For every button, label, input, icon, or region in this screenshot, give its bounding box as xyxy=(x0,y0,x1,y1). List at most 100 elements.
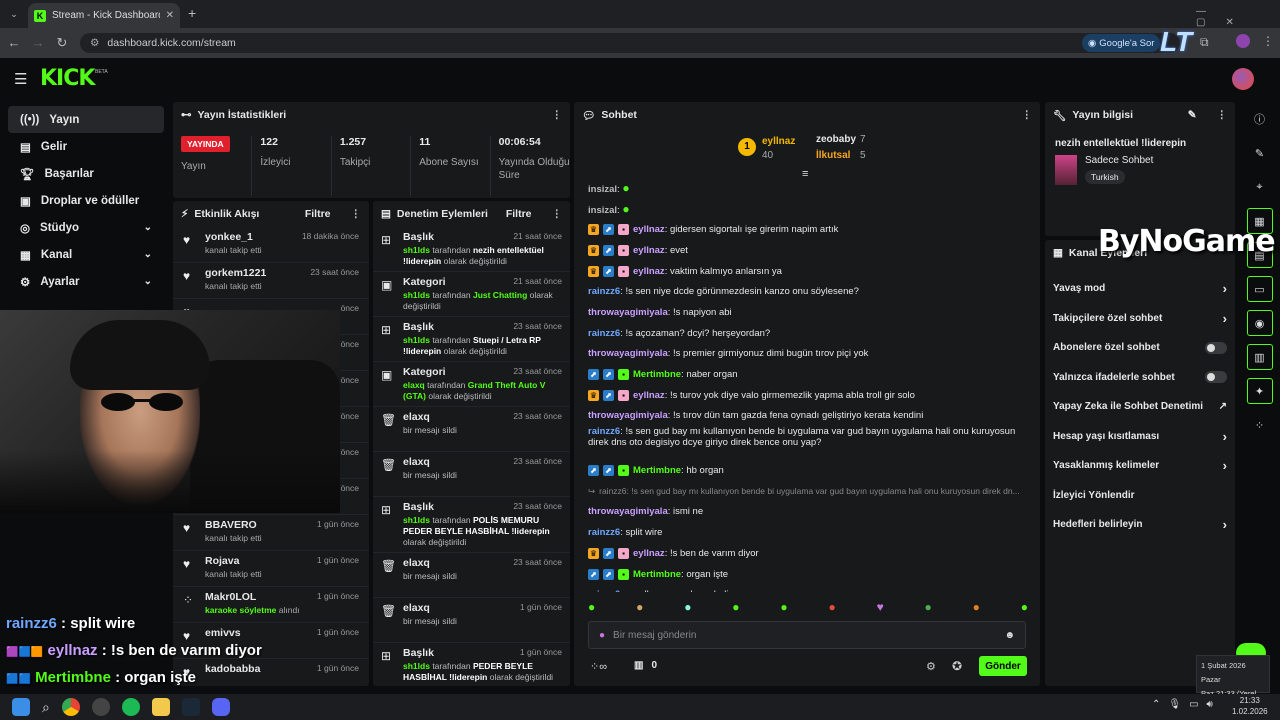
emote-icon[interactable]: ● xyxy=(732,600,739,614)
channel-action[interactable]: Abonelere özel sohbet xyxy=(1045,333,1235,363)
category-name[interactable]: Sadece Sohbet xyxy=(1085,155,1153,166)
event-user[interactable]: Rojava xyxy=(205,555,239,567)
sidebar-item-yayin[interactable]: ((•)) Yayın xyxy=(8,106,164,133)
tab-list-icon[interactable]: ⌄ xyxy=(6,6,22,22)
broadcast-icon[interactable]: ◉ xyxy=(1246,310,1273,336)
more-options-icon[interactable]: ⋮ xyxy=(552,109,563,121)
chrome-icon[interactable] xyxy=(61,698,80,716)
steam-icon[interactable] xyxy=(181,698,200,716)
browser-tab[interactable]: K Stream - Kick Dashboard ✕ xyxy=(28,3,180,28)
event-user[interactable]: kadobabba xyxy=(205,663,260,675)
close-tab-icon[interactable]: ✕ xyxy=(166,10,174,21)
google-search-button[interactable]: ◉ Google'a Sor xyxy=(1082,34,1160,52)
chat-username[interactable]: rainzz6 xyxy=(588,589,620,592)
back-icon[interactable]: ← xyxy=(6,35,22,51)
layout-icon[interactable]: ▥ xyxy=(1246,344,1273,370)
more-options-icon[interactable]: ⋮ xyxy=(1217,109,1228,121)
edit-icon[interactable]: ✎ xyxy=(1247,140,1273,166)
chat-icon[interactable]: ▭ xyxy=(1246,276,1273,302)
filter-button[interactable]: Filtre xyxy=(305,208,331,220)
chat-username[interactable]: Mertimbne xyxy=(633,369,681,380)
channel-action[interactable]: Yasaklanmış kelimeler › xyxy=(1045,451,1235,481)
hamburger-menu-icon[interactable]: ☰ xyxy=(14,70,27,88)
emote-icon[interactable]: ● xyxy=(636,600,643,614)
channel-action[interactable]: Yapay Zeka ile Sohbet Denetimi ↗ xyxy=(1045,392,1235,422)
chat-username[interactable]: Mertimbne xyxy=(633,569,681,580)
chat-username[interactable]: Mertimbne xyxy=(633,465,681,476)
browser-menu-icon[interactable]: ⋮ xyxy=(1262,34,1274,48)
emote-icon[interactable]: ● xyxy=(925,600,932,614)
chat-username[interactable]: throwayagimiyala xyxy=(588,348,668,359)
moderator-name[interactable]: sh1lds xyxy=(403,245,430,255)
event-user[interactable]: yonkee_1 xyxy=(205,231,253,243)
emote-icon[interactable]: ♥ xyxy=(877,600,884,614)
clock[interactable]: 21:33 1.02.2026 xyxy=(1232,695,1268,717)
edit-icon[interactable]: ✎ xyxy=(1188,109,1197,121)
top-gifter-name[interactable]: zeobaby xyxy=(816,134,856,145)
top-gifter-name[interactable]: eyllnaz xyxy=(762,136,795,147)
sidebar-item-basarilar[interactable]: 🏆︎ Başarılar xyxy=(8,160,164,187)
chat-username[interactable]: rainzz6 xyxy=(588,328,620,339)
event-user[interactable]: BBAVERO xyxy=(205,519,257,531)
emote-icon[interactable]: ● xyxy=(828,600,835,614)
forward-icon[interactable]: → xyxy=(30,35,46,51)
emote-icon[interactable]: ● xyxy=(588,600,595,614)
channel-action[interactable]: İzleyici Yönlendir xyxy=(1045,481,1235,511)
discord-icon[interactable] xyxy=(211,698,230,716)
more-options-icon[interactable]: ⋮ xyxy=(1022,109,1033,121)
toggle-switch[interactable] xyxy=(1205,341,1227,354)
sidebar-item-gelir[interactable]: ▤ Gelir xyxy=(8,133,164,160)
send-button[interactable]: Gönder xyxy=(979,656,1027,676)
sidebar-item-ayarlar[interactable]: ⚙ Ayarlar ⌄ xyxy=(8,268,164,295)
user-avatar[interactable] xyxy=(1232,68,1254,90)
target-icon[interactable]: ⌖ xyxy=(1247,174,1273,200)
microphone-icon[interactable]: ● xyxy=(599,630,605,641)
channel-action[interactable]: Takipçilere özel sohbet › xyxy=(1045,304,1235,334)
mod-tools-icon[interactable]: ✪ xyxy=(952,659,962,673)
moderator-name[interactable]: sh1lds xyxy=(403,335,430,345)
reload-icon[interactable]: ↻ xyxy=(54,35,70,51)
more-options-icon[interactable]: ⋮ xyxy=(552,208,563,220)
moderator-name[interactable]: elaxq xyxy=(403,380,425,390)
kick-logo[interactable]: KICK xyxy=(40,66,95,91)
toggle-switch[interactable] xyxy=(1205,371,1227,384)
moderator-name[interactable]: sh1lds xyxy=(403,661,430,671)
emote-icon[interactable]: ● xyxy=(973,600,980,614)
channel-action[interactable]: Hesap yaşı kısıtlaması › xyxy=(1045,422,1235,452)
chat-username[interactable]: insizal xyxy=(588,205,617,216)
chat-username[interactable]: eyllnaz xyxy=(633,224,665,235)
window-controls[interactable]: —▢✕ xyxy=(1196,6,1280,28)
chat-settings-icon[interactable]: ⚙ xyxy=(926,660,936,673)
more-options-icon[interactable]: ⋮ xyxy=(351,208,362,220)
wrench-icon[interactable]: ✦ xyxy=(1246,378,1273,404)
chat-username[interactable]: rainzz6 xyxy=(588,426,620,437)
chat-username[interactable]: eyllnaz xyxy=(633,548,665,559)
chat-username[interactable]: eyllnaz xyxy=(633,266,665,277)
chat-username[interactable]: rainzz6 xyxy=(588,286,620,297)
moderator-name[interactable]: sh1lds xyxy=(403,515,430,525)
top-gifter-name[interactable]: İlkutsal xyxy=(816,150,850,161)
channel-action[interactable]: Hedefleri belirleyin › xyxy=(1045,510,1235,540)
event-user[interactable]: gorkem1221 xyxy=(205,267,266,279)
spotify-icon[interactable] xyxy=(121,698,140,716)
emote-icon[interactable]: ● xyxy=(684,600,691,614)
sidebar-item-kanal[interactable]: ▦ Kanal ⌄ xyxy=(8,241,164,268)
info-icon[interactable]: ⓘ xyxy=(1247,106,1273,132)
chat-username[interactable]: eyllnaz xyxy=(633,245,665,256)
chat-username[interactable]: eyllnaz xyxy=(633,390,665,401)
moderator-name[interactable]: sh1lds xyxy=(403,290,430,300)
new-tab-icon[interactable]: + xyxy=(188,5,196,21)
points-icon[interactable]: ⁘∞ xyxy=(590,660,607,673)
chat-username[interactable]: throwayagimiyala xyxy=(588,307,668,318)
profile-avatar[interactable] xyxy=(1236,34,1250,48)
infinity-icon[interactable]: ⁘ xyxy=(1247,412,1273,438)
emote-icon[interactable]: ● xyxy=(780,600,787,614)
sidebar-item-studyo[interactable]: ◎ Stüdyo ⌄ xyxy=(8,214,164,241)
event-user[interactable]: emivvs xyxy=(205,627,241,639)
extensions-icon[interactable]: ⧉ xyxy=(1200,35,1209,50)
site-info-icon[interactable]: ⚙ xyxy=(90,37,99,49)
emote-icon[interactable]: ● xyxy=(1021,600,1028,614)
event-user[interactable]: Makr0LOL xyxy=(205,591,256,603)
channel-action[interactable]: Yalnızca ifadelerle sohbet xyxy=(1045,363,1235,393)
url-field[interactable]: ⚙ dashboard.kick.com/stream xyxy=(80,33,1180,53)
